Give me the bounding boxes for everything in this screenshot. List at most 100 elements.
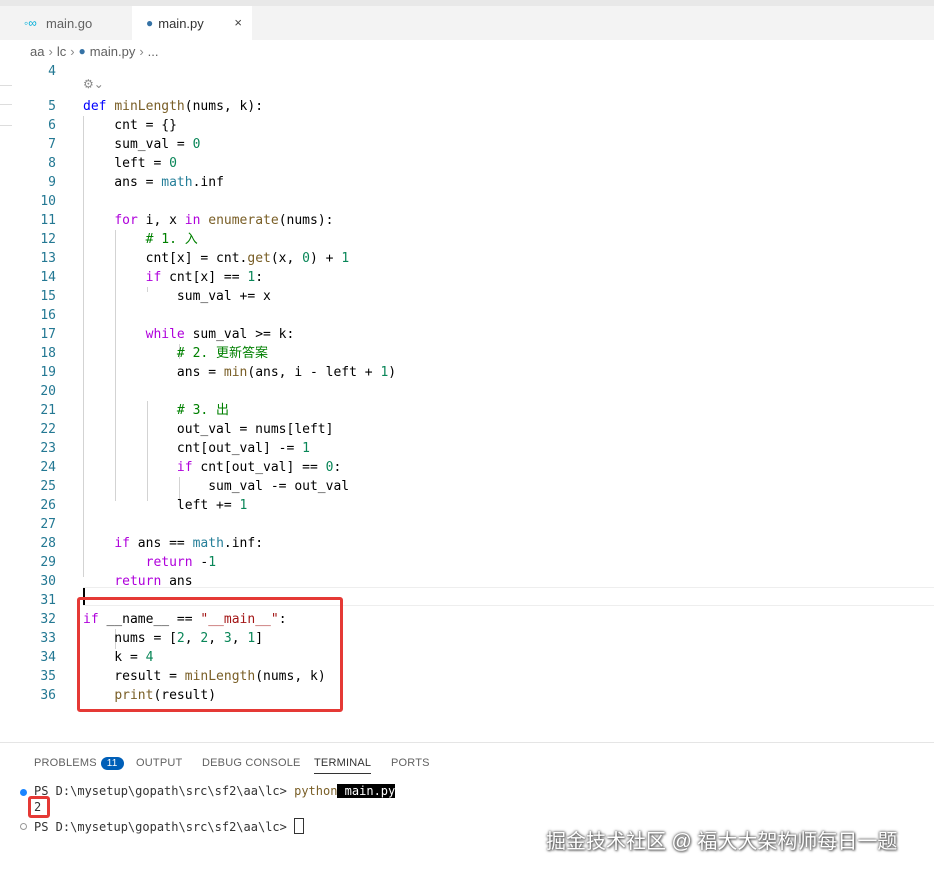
code-line[interactable]: 27 (0, 515, 934, 534)
tab-ports[interactable]: PORTS (391, 757, 430, 769)
code-line[interactable]: 23 cnt[out_val] -= 1 (0, 439, 934, 458)
line-number: 21 (40, 403, 56, 418)
line-number: 15 (40, 289, 56, 304)
line-number: 17 (40, 327, 56, 342)
highlight-box-output (28, 796, 50, 818)
line-number: 9 (48, 175, 56, 190)
line-number: 5 (48, 99, 56, 114)
code-text: if ans == math.inf: (114, 536, 264, 551)
terminal-prompt: PS D:\mysetup\gopath\src\sf2\aa\lc> (34, 784, 295, 798)
code-line[interactable]: 24 if cnt[out_val] == 0: (0, 458, 934, 477)
line-number: 25 (40, 479, 56, 494)
code-text: def minLength(nums, k): (83, 99, 264, 114)
code-line[interactable]: 14 if cnt[x] == 1: (0, 268, 934, 287)
code-line[interactable]: 15 sum_val += x (0, 287, 934, 306)
code-text: ans = math.inf (83, 175, 224, 190)
code-line[interactable]: 29 return -1 (0, 553, 934, 572)
terminal-cursor (294, 818, 305, 834)
line-number: 20 (40, 384, 56, 399)
line-number: 33 (40, 631, 56, 646)
breadcrumb-item[interactable]: ... (148, 44, 159, 59)
code-line[interactable]: 18 # 2. 更新答案 (0, 344, 934, 363)
code-line[interactable]: 20 (0, 382, 934, 401)
line-number: 24 (40, 460, 56, 475)
chevron-right-icon: › (70, 43, 75, 59)
tab-problems[interactable]: PROBLEMS 11 (34, 757, 124, 770)
command-success-dot (20, 789, 27, 796)
code-line[interactable]: 22 out_val = nums[left] (0, 420, 934, 439)
line-number: 31 (40, 593, 56, 608)
watermark: 掘金技术社区 @ 福大大架构师每日一题 (546, 831, 898, 853)
code-text: return -1 (145, 555, 217, 570)
tab-debug-console[interactable]: DEBUG CONSOLE (202, 757, 301, 769)
line-number: 10 (40, 194, 56, 209)
code-line[interactable]: 4 (0, 62, 934, 81)
tab-label: PROBLEMS (34, 757, 97, 769)
panel-tabs: PROBLEMS 11 OUTPUT DEBUG CONSOLE TERMINAL… (0, 753, 934, 777)
code-text: if cnt[x] == 1: (145, 270, 264, 285)
terminal-command: python (294, 784, 338, 798)
line-number: 13 (40, 251, 56, 266)
breadcrumb-item[interactable]: lc (57, 44, 66, 59)
tab-main-py[interactable]: ● main.py × (132, 6, 252, 40)
line-number: 16 (40, 308, 56, 323)
editor-tab-bar: ◦∞ main.go ● main.py × (0, 6, 934, 40)
line-number: 22 (40, 422, 56, 437)
line-number: 7 (48, 137, 56, 152)
line-number: 18 (40, 346, 56, 361)
line-number: 14 (40, 270, 56, 285)
go-file-icon: ◦∞ (24, 16, 37, 30)
line-number: 12 (40, 232, 56, 247)
code-line[interactable]: 7 sum_val = 0 (0, 135, 934, 154)
command-pending-dot (20, 823, 27, 830)
line-number: 26 (40, 498, 56, 513)
code-line[interactable]: 17 while sum_val >= k: (0, 325, 934, 344)
breadcrumb-item[interactable]: main.py (90, 44, 136, 59)
code-line[interactable]: 8 left = 0 (0, 154, 934, 173)
code-text: # 1. 入 (145, 232, 198, 247)
problems-count-badge: 11 (100, 757, 124, 770)
code-text: if cnt[out_val] == 0: (176, 460, 342, 475)
line-number: 29 (40, 555, 56, 570)
line-number: 34 (40, 650, 56, 665)
code-line[interactable]: 28 if ans == math.inf: (0, 534, 934, 553)
code-text: # 3. 出 (176, 403, 230, 418)
code-text: cnt[x] = cnt.get(x, 0) + 1 (83, 251, 350, 266)
code-text: sum_val = 0 (83, 137, 201, 152)
breadcrumb-item[interactable]: aa (30, 44, 44, 59)
code-line[interactable]: 9 ans = math.inf (0, 173, 934, 192)
terminal-line-3[interactable]: PS D:\mysetup\gopath\src\sf2\aa\lc> (34, 818, 305, 834)
code-text: # 2. 更新答案 (176, 346, 269, 361)
tab-terminal[interactable]: TERMINAL (314, 757, 372, 774)
breadcrumb: aa › lc › ● main.py › ... (0, 40, 934, 62)
code-line[interactable]: 16 (0, 306, 934, 325)
code-text: left += 1 (83, 498, 248, 513)
code-line[interactable]: 10 (0, 192, 934, 211)
terminal-command-arg: main.py (337, 784, 396, 798)
line-number: 35 (40, 669, 56, 684)
close-icon[interactable]: × (234, 15, 242, 30)
code-line[interactable]: 26 left += 1 (0, 496, 934, 515)
tab-label: main.go (46, 15, 93, 31)
line-number: 23 (40, 441, 56, 456)
line-number: 6 (48, 118, 56, 133)
python-file-icon: ● (146, 16, 154, 30)
code-line[interactable]: 12 # 1. 入 (0, 230, 934, 249)
code-line[interactable]: 21 # 3. 出 (0, 401, 934, 420)
code-line[interactable]: 19 ans = min(ans, i - left + 1) (0, 363, 934, 382)
code-text: cnt = {} (83, 118, 177, 133)
code-text: cnt[out_val] -= 1 (83, 441, 310, 456)
line-number: 32 (40, 612, 56, 627)
line-number: 11 (40, 213, 56, 228)
line-number: 30 (40, 574, 56, 589)
tab-main-go[interactable]: ◦∞ main.go (0, 6, 132, 40)
line-number: 36 (40, 688, 56, 703)
chevron-right-icon: › (48, 43, 53, 59)
code-line[interactable]: 6 cnt = {} (0, 116, 934, 135)
line-number: 4 (48, 64, 56, 79)
code-line[interactable]: 11 for i, x in enumerate(nums): (0, 211, 934, 230)
code-line[interactable]: 13 cnt[x] = cnt.get(x, 0) + 1 (0, 249, 934, 268)
code-line[interactable]: 25 sum_val -= out_val (0, 477, 934, 496)
tab-output[interactable]: OUTPUT (136, 757, 182, 769)
code-line[interactable]: 5 def minLength(nums, k): (0, 97, 934, 116)
